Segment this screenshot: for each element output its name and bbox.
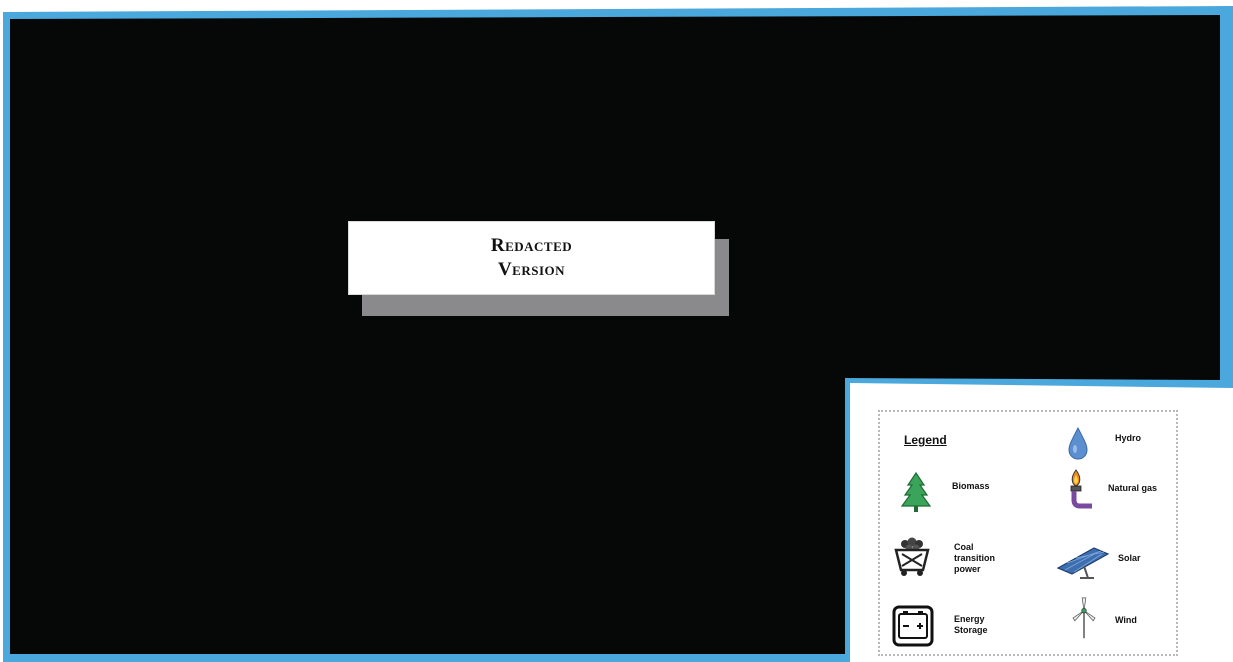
legend-label-hydro: Hydro	[1115, 433, 1142, 443]
solar-panel-icon	[1056, 547, 1110, 579]
tree-icon	[900, 471, 932, 512]
legend-label-coal-transition-power: Coal transition power	[954, 542, 996, 574]
redaction-label-line1: Redacted	[490, 235, 573, 256]
coal-cart-icon	[894, 537, 930, 576]
battery-icon	[892, 605, 934, 647]
gas-flame-icon	[1070, 469, 1092, 509]
legend-label-biomass: Biomass	[952, 481, 990, 491]
legend-label-wind: Wind	[1115, 615, 1137, 625]
legend-label-solar: Solar	[1118, 553, 1141, 563]
map-figure: Redacted Version Legend Hydro Biomass Na…	[0, 0, 1233, 662]
wind-turbine-icon	[1072, 597, 1096, 639]
water-drop-icon	[1068, 426, 1088, 460]
legend-title: Legend	[904, 433, 947, 447]
legend-label-natural-gas: Natural gas	[1108, 483, 1158, 493]
legend: Legend Hydro Biomass Natural gas Coal tr…	[878, 410, 1178, 656]
redaction-label-line2: Version	[497, 259, 566, 280]
legend-label-energy-storage: Energy Storage	[954, 614, 988, 635]
redaction-label: Redacted Version	[348, 221, 715, 295]
